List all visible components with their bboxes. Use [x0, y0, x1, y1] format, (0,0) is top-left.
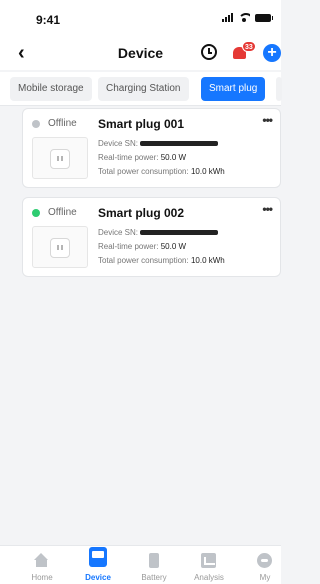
- more-icon[interactable]: •••: [262, 113, 273, 127]
- device-sn: Device SN:: [98, 139, 219, 148]
- device-status: Offline: [48, 118, 77, 129]
- nav-battery[interactable]: Battery: [126, 546, 182, 584]
- nav-device[interactable]: Device: [70, 546, 126, 584]
- analysis-icon: [201, 553, 216, 568]
- device-sn: Device SN:: [98, 228, 219, 237]
- nav-label: Battery: [141, 573, 167, 582]
- smart-plug-icon: [50, 238, 70, 258]
- status-dot: [32, 209, 40, 217]
- history-icon[interactable]: [201, 44, 217, 60]
- device-image: [32, 226, 88, 268]
- status-icons: [222, 13, 273, 22]
- bottom-nav: Home Device Battery Analysis My: [0, 545, 281, 584]
- category-tabs: Mobile storage Charging Station Smart pl…: [0, 72, 282, 106]
- battery-icon: [149, 553, 159, 568]
- alarm-badge: 33: [242, 41, 256, 52]
- device-icon: [89, 547, 107, 567]
- nav-my[interactable]: My: [237, 546, 293, 584]
- home-icon: [34, 553, 49, 568]
- more-icon[interactable]: •••: [262, 202, 273, 216]
- total-consumption: Total power consumption: 10.0 kWh: [98, 167, 225, 176]
- device-card[interactable]: Offline Smart plug 002 ••• Device SN: Re…: [22, 197, 281, 277]
- plus-icon: +: [267, 44, 277, 61]
- nav-label: Device: [85, 573, 111, 582]
- battery-status-icon: [255, 13, 273, 22]
- nav-label: Home: [31, 573, 53, 582]
- status-bar: 9:41: [0, 0, 281, 38]
- nav-label: Analysis: [194, 573, 224, 582]
- nav-home[interactable]: Home: [14, 546, 70, 584]
- redacted-sn: [140, 230, 219, 236]
- device-name: Smart plug 001: [98, 117, 185, 131]
- smart-plug-icon: [50, 149, 70, 169]
- add-device-button[interactable]: +: [263, 44, 281, 62]
- tab-overflow[interactable]: [276, 77, 282, 101]
- device-image: [32, 137, 88, 179]
- tab-smart-plug[interactable]: Smart plug: [201, 77, 266, 101]
- nav-analysis[interactable]: Analysis: [181, 546, 237, 584]
- device-status: Offline: [48, 207, 77, 218]
- header: ‹ Device 33 +: [0, 38, 281, 70]
- device-card[interactable]: Offline Smart plug 001 ••• Device SN: Re…: [22, 108, 281, 188]
- realtime-power: Real-time power: 50.0 W: [98, 242, 187, 251]
- device-name: Smart plug 002: [98, 206, 185, 220]
- nav-label: My: [259, 573, 271, 582]
- user-icon: [257, 553, 272, 568]
- status-dot: [32, 120, 40, 128]
- wifi-icon: [238, 13, 250, 22]
- signal-icon: [222, 13, 233, 22]
- tab-mobile-storage[interactable]: Mobile storage: [10, 77, 92, 101]
- total-consumption: Total power consumption: 10.0 kWh: [98, 256, 225, 265]
- tab-charging-station[interactable]: Charging Station: [98, 77, 189, 101]
- status-time: 9:41: [36, 13, 61, 27]
- redacted-sn: [140, 141, 219, 147]
- realtime-power: Real-time power: 50.0 W: [98, 153, 187, 162]
